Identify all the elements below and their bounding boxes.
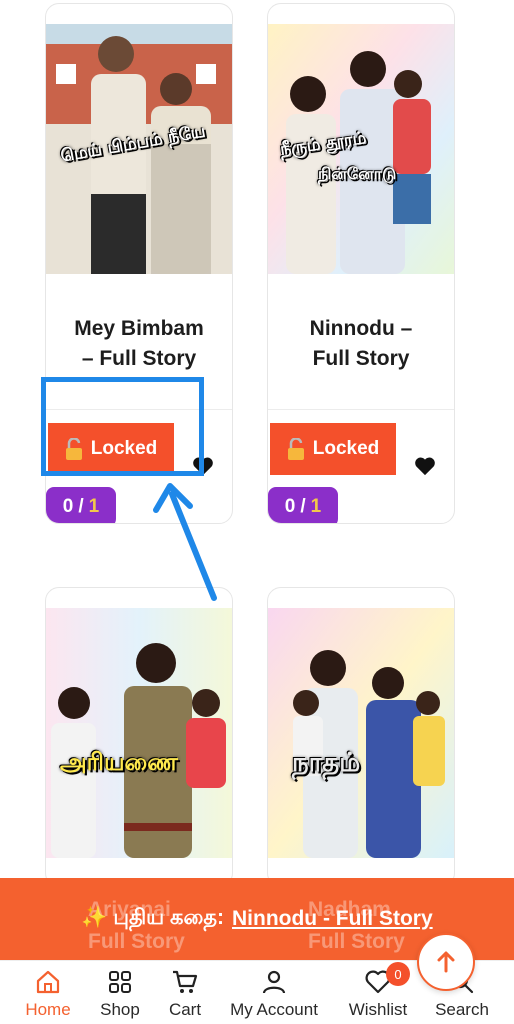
- product-title-line: – Full Story: [81, 347, 197, 370]
- locked-button-label: Locked: [312, 438, 380, 459]
- nav-home-label: Home: [25, 1000, 71, 1019]
- user-icon: [262, 970, 286, 994]
- product-title-line: Mey Bimbam: [74, 317, 204, 340]
- product-title-line: Full Story: [312, 347, 410, 370]
- count-separator: /: [300, 496, 306, 517]
- product-cover-image[interactable]: நாதம்: [268, 608, 454, 858]
- nav-cart-label: Cart: [168, 1000, 202, 1019]
- locked-button[interactable]: Locked: [270, 423, 396, 475]
- count-total: 1: [310, 496, 322, 517]
- product-cover-image[interactable]: அரியணை: [46, 608, 232, 858]
- heart-icon[interactable]: [414, 456, 436, 476]
- scroll-to-top-button[interactable]: [417, 933, 475, 991]
- divider: [268, 409, 454, 410]
- nav-search-label: Search: [435, 1000, 489, 1019]
- count-value: 0: [284, 496, 296, 517]
- nav-shop[interactable]: Shop: [95, 961, 145, 1024]
- product-cover-image[interactable]: மெய் பிம்பம் நீயே: [46, 24, 232, 274]
- nav-shop-label: Shop: [100, 1000, 140, 1019]
- lock-icon: [287, 438, 304, 460]
- product-title-line: Ninnodu –: [309, 317, 413, 340]
- cover-title-text: அரியணை: [60, 748, 178, 776]
- unlock-count-badge: 0 / 1: [268, 487, 338, 523]
- cart-icon: [173, 970, 198, 993]
- nav-wishlist-label: Wishlist: [348, 1000, 408, 1019]
- nav-home[interactable]: Home: [20, 961, 76, 1024]
- count-value: 0: [62, 496, 74, 517]
- banner-ghost-text: Full Story: [308, 930, 405, 953]
- product-card[interactable]: அரியணை: [45, 587, 233, 887]
- product-card[interactable]: நீரும் தூரம் நின்னோடு Ninnodu – Full Sto…: [267, 3, 455, 524]
- nav-account-label: My Account: [230, 1000, 318, 1019]
- grid-icon: [109, 971, 131, 993]
- product-title[interactable]: Mey Bimbam – Full Story: [46, 314, 232, 374]
- highlight-annotation-box: [41, 377, 204, 476]
- cover-title-text: நாதம்: [292, 748, 361, 778]
- cover-title-text: நின்னோடு: [318, 164, 397, 183]
- banner-story-link[interactable]: Ninnodu - Full Story: [232, 907, 433, 931]
- arrow-up-icon: [437, 951, 455, 973]
- count-separator: /: [78, 496, 84, 517]
- nav-account[interactable]: My Account: [226, 961, 322, 1024]
- count-total: 1: [88, 496, 100, 517]
- unlock-count-badge: 0 / 1: [46, 487, 116, 523]
- product-title[interactable]: Ninnodu – Full Story: [268, 314, 454, 374]
- wishlist-count-badge: 0: [386, 962, 410, 986]
- product-card[interactable]: நாதம்: [267, 587, 455, 887]
- banner-ghost-text: Full Story: [88, 930, 185, 953]
- home-icon: [36, 970, 60, 994]
- nav-cart[interactable]: Cart: [163, 961, 207, 1024]
- banner-prefix: ✨ புதிய கதை:: [81, 906, 224, 929]
- annotation-arrow-icon: [153, 483, 217, 601]
- product-cover-image[interactable]: நீரும் தூரம் நின்னோடு: [268, 24, 454, 274]
